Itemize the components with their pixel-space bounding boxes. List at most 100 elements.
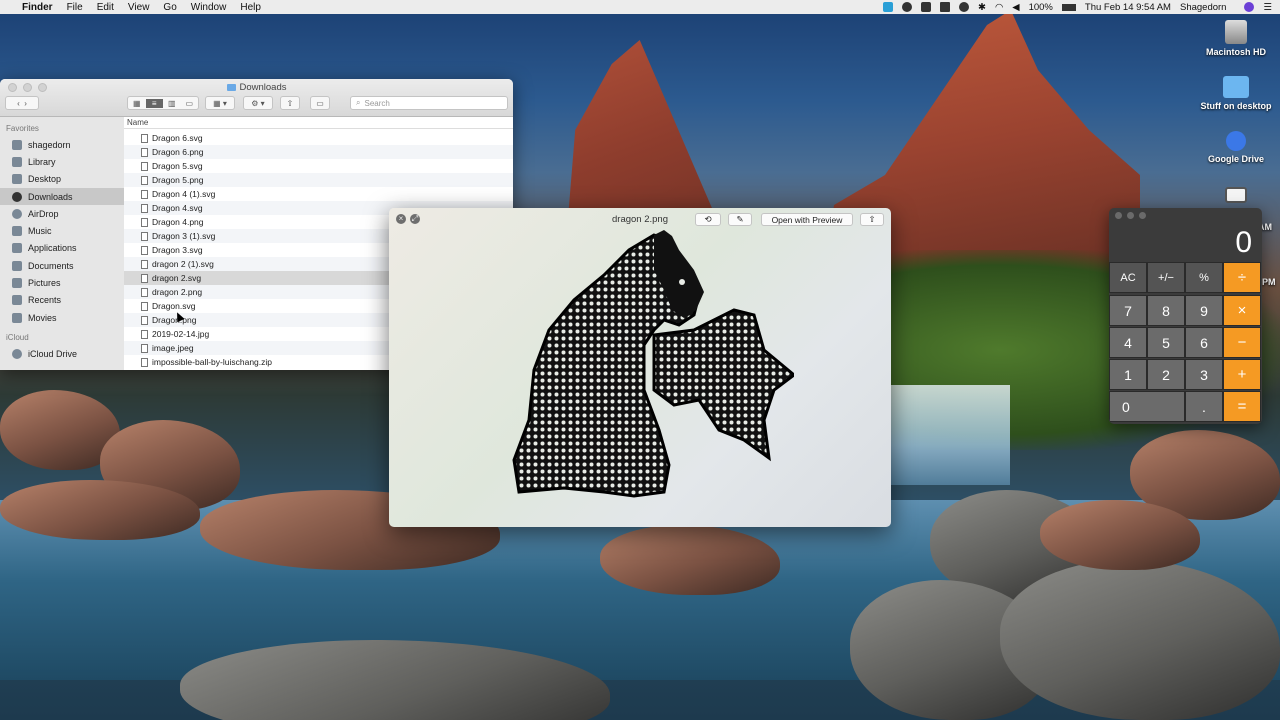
sidebar-item-label: iCloud Drive xyxy=(28,348,78,359)
siri-icon[interactable] xyxy=(1244,2,1255,12)
menu-bar: Finder File Edit View Go Window Help ✱ ◠… xyxy=(0,0,1280,14)
battery-icon[interactable] xyxy=(1061,3,1076,11)
menu-file[interactable]: File xyxy=(67,2,83,13)
screenshot-icon xyxy=(1225,187,1247,203)
desktop-icon-screenshot[interactable] xyxy=(1191,187,1280,206)
sidebar-item-applications[interactable]: Applications xyxy=(0,240,124,257)
menu-edit[interactable]: Edit xyxy=(97,2,114,13)
volume-icon[interactable]: ◀ xyxy=(1012,2,1019,13)
digit-8-button[interactable]: 8 xyxy=(1147,295,1185,326)
file-row[interactable]: Dragon 6.png xyxy=(124,145,513,159)
dragon-image xyxy=(512,230,794,498)
file-icon xyxy=(141,203,148,213)
sidebar-item-music[interactable]: Music xyxy=(0,222,124,239)
file-row[interactable]: Dragon 4 (1).svg xyxy=(124,187,513,201)
view-mode-buttons[interactable]: ▦ ≡ ▥ ▭ xyxy=(127,96,199,110)
back-arrow-icon[interactable]: ‹ xyxy=(17,99,20,108)
folder-icon xyxy=(12,156,22,167)
digit-0-button[interactable]: 0 xyxy=(1109,391,1185,422)
file-name: image.jpeg xyxy=(152,343,194,353)
upload-icon[interactable] xyxy=(921,2,931,12)
notification-center-icon[interactable]: ☰ xyxy=(1263,2,1272,13)
clock[interactable]: Thu Feb 14 9:54 AM xyxy=(1085,2,1171,13)
dragon-eye xyxy=(679,279,685,285)
add-button[interactable]: + xyxy=(1223,359,1261,390)
column-view-icon[interactable]: ▥ xyxy=(163,99,181,108)
sign-button[interactable]: +/− xyxy=(1147,262,1185,293)
sidebar-item-library[interactable]: Library xyxy=(0,153,124,170)
desktop-icon-macintosh-hd[interactable]: Macintosh HD xyxy=(1191,20,1280,57)
icon-view-icon[interactable]: ▦ xyxy=(128,99,146,108)
subtract-button[interactable]: − xyxy=(1223,327,1261,358)
desktop-icon-stuff-on-desktop[interactable]: Stuff on desktop xyxy=(1191,76,1280,111)
markup-button[interactable]: ✎ xyxy=(728,213,752,226)
back-forward-buttons[interactable]: ‹ › xyxy=(5,96,39,110)
digit-6-button[interactable]: 6 xyxy=(1185,327,1223,358)
display-icon[interactable] xyxy=(940,2,950,12)
group-by-button[interactable]: ▦ ▾ xyxy=(205,96,235,110)
time-machine-icon[interactable] xyxy=(959,2,969,12)
divide-button[interactable]: ÷ xyxy=(1223,262,1261,293)
digit-7-button[interactable]: 7 xyxy=(1109,295,1147,326)
multiply-button[interactable]: × xyxy=(1223,295,1261,326)
sidebar-item-desktop[interactable]: Desktop xyxy=(0,171,124,188)
sidebar-item-documents[interactable]: Documents xyxy=(0,257,124,274)
open-with-preview-button[interactable]: Open with Preview xyxy=(761,213,853,226)
digit-2-button[interactable]: 2 xyxy=(1147,359,1185,390)
equals-button[interactable]: = xyxy=(1223,391,1261,422)
sidebar-item-label: Applications xyxy=(28,243,77,254)
minimize-button[interactable] xyxy=(1127,212,1134,219)
menu-app-name[interactable]: Finder xyxy=(22,2,53,13)
sidebar-item-airdrop[interactable]: AirDrop xyxy=(0,205,124,222)
digit-4-button[interactable]: 4 xyxy=(1109,327,1147,358)
share-button[interactable]: ⇧ xyxy=(280,96,300,110)
percent-button[interactable]: % xyxy=(1185,262,1223,293)
action-button[interactable]: ⚙ ▾ xyxy=(243,96,273,110)
bluetooth-icon[interactable]: ✱ xyxy=(978,2,986,13)
app-status-icon[interactable] xyxy=(883,2,893,12)
sidebar-item-label: AirDrop xyxy=(28,208,59,219)
close-button[interactable] xyxy=(1115,212,1122,219)
battery-percent[interactable]: 100% xyxy=(1029,2,1053,13)
gallery-view-icon[interactable]: ▭ xyxy=(181,99,199,108)
file-row[interactable]: Dragon 6.svg xyxy=(124,131,513,145)
search-field[interactable]: ⌕ Search xyxy=(350,96,508,110)
menu-window[interactable]: Window xyxy=(191,2,227,13)
sidebar-item-downloads[interactable]: Downloads xyxy=(0,187,124,206)
file-icon xyxy=(141,273,148,283)
digit-1-button[interactable]: 1 xyxy=(1109,359,1147,390)
decimal-button[interactable]: . xyxy=(1185,391,1223,422)
file-name: Dragon 6.svg xyxy=(152,133,203,143)
sidebar-item-pictures[interactable]: Pictures xyxy=(0,274,124,291)
desktop-icon-label: Stuff on desktop xyxy=(1200,101,1272,111)
digit-9-button[interactable]: 9 xyxy=(1185,295,1223,326)
rotate-button[interactable]: ⟲ xyxy=(695,213,721,226)
tag-icon: ▭ xyxy=(316,98,324,108)
wifi-icon[interactable]: ◠ xyxy=(995,2,1003,13)
digit-5-button[interactable]: 5 xyxy=(1147,327,1185,358)
menu-view[interactable]: View xyxy=(128,2,150,13)
music-note-icon xyxy=(12,226,22,237)
menu-go[interactable]: Go xyxy=(163,2,176,13)
list-view-icon[interactable]: ≡ xyxy=(145,98,163,108)
share-button[interactable]: ⇧ xyxy=(860,213,884,226)
column-header-name[interactable]: Name xyxy=(124,117,513,129)
file-row[interactable]: Dragon 5.png xyxy=(124,173,513,187)
desktop-icon-google-drive[interactable]: Google Drive xyxy=(1191,131,1280,164)
digit-3-button[interactable]: 3 xyxy=(1185,359,1223,390)
user-name[interactable]: Shagedorn xyxy=(1180,2,1226,13)
desktop-icon-label: Macintosh HD xyxy=(1205,47,1266,57)
zoom-button[interactable] xyxy=(1139,212,1146,219)
clear-button[interactable]: AC xyxy=(1109,262,1147,293)
record-icon[interactable] xyxy=(902,2,912,12)
sidebar-item-home[interactable]: shagedorn xyxy=(0,136,124,153)
forward-arrow-icon[interactable]: › xyxy=(24,99,27,108)
sidebar-item-label: Pictures xyxy=(28,278,61,289)
file-row[interactable]: Dragon 5.svg xyxy=(124,159,513,173)
sidebar-item-icloud-drive[interactable]: iCloud Drive xyxy=(0,345,124,362)
file-icon xyxy=(141,245,148,255)
tags-button[interactable]: ▭ xyxy=(310,96,330,110)
sidebar-item-recents[interactable]: Recents xyxy=(0,292,124,309)
sidebar-item-movies[interactable]: Movies xyxy=(0,309,124,326)
menu-help[interactable]: Help xyxy=(240,2,261,13)
